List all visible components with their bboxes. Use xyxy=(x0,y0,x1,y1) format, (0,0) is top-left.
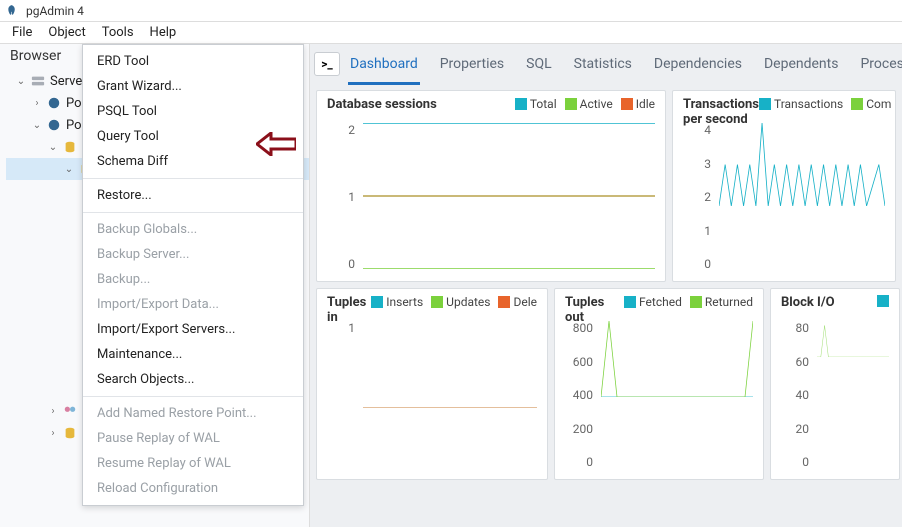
menu-grant-wizard[interactable]: Grant Wizard... xyxy=(83,74,303,99)
swatch-updates xyxy=(431,296,443,308)
swatch-commits xyxy=(851,98,863,110)
caret-right-icon: › xyxy=(48,428,58,439)
tools-dropdown-menu: ERD Tool Grant Wizard... PSQL Tool Query… xyxy=(82,44,304,506)
menu-object[interactable]: Object xyxy=(40,23,93,42)
legend: Total Active Idle xyxy=(515,97,655,111)
chart-plot xyxy=(719,123,885,206)
menu-add-named-restore-point: Add Named Restore Point... xyxy=(83,401,303,426)
prompt-icon: >_ xyxy=(321,57,333,71)
menu-pause-replay-wal: Pause Replay of WAL xyxy=(83,426,303,451)
menu-tools[interactable]: Tools xyxy=(94,23,142,42)
database-icon xyxy=(62,139,78,155)
card-block-io: Block I/O 806040200 xyxy=(770,288,900,480)
main-pane: >_ Dashboard Properties SQL Statistics D… xyxy=(310,44,902,527)
menu-restore[interactable]: Restore... xyxy=(83,183,303,208)
tab-sql[interactable]: SQL xyxy=(524,50,553,85)
legend: Inserts Updates Dele xyxy=(371,295,537,309)
title-bar: pgAdmin 4 xyxy=(0,0,902,22)
main-tabs: Dashboard Properties SQL Statistics Depe… xyxy=(348,50,902,85)
annotation-arrow-icon xyxy=(256,132,296,160)
caret-down-icon: ⌄ xyxy=(64,164,74,175)
swatch-blockio xyxy=(877,295,889,307)
card-title: Database sessions xyxy=(327,97,437,112)
legend xyxy=(877,295,889,307)
menu-file[interactable]: File xyxy=(4,23,40,42)
server-group-icon xyxy=(30,73,46,89)
pgadmin-logo-icon xyxy=(6,4,20,18)
menu-maintenance[interactable]: Maintenance... xyxy=(83,342,303,367)
browser-pane: Browser ⌄ Servers › Po ⌄ xyxy=(0,44,310,527)
y-axis-ticks: 806040200 xyxy=(781,321,815,469)
swatch-returned xyxy=(690,296,702,308)
y-axis-ticks: 1 xyxy=(327,321,361,469)
app-title: pgAdmin 4 xyxy=(26,4,84,18)
chart-plot xyxy=(601,321,753,397)
y-axis-ticks: 8006004002000 xyxy=(565,321,599,469)
swatch-inserts xyxy=(371,296,383,308)
tree-node-label: Po xyxy=(66,96,82,111)
caret-down-icon: ⌄ xyxy=(16,76,26,87)
swatch-active xyxy=(565,98,577,110)
swatch-deletes xyxy=(498,296,510,308)
tab-properties[interactable]: Properties xyxy=(438,50,506,85)
card-title: Block I/O xyxy=(781,295,835,310)
menu-reload-configuration: Reload Configuration xyxy=(83,476,303,501)
card-tuples-out: Tuples out Fetched Returned 800600400200… xyxy=(554,288,764,480)
swatch-fetched xyxy=(624,296,636,308)
caret-right-icon: › xyxy=(48,406,58,417)
menu-search-objects[interactable]: Search Objects... xyxy=(83,367,303,392)
tab-statistics[interactable]: Statistics xyxy=(572,50,634,85)
roles-icon xyxy=(62,403,78,419)
menu-backup-globals: Backup Globals... xyxy=(83,217,303,242)
menu-bar: File Object Tools Help xyxy=(0,22,902,44)
legend: Transactions Com xyxy=(759,97,891,111)
chart-plot xyxy=(817,321,889,357)
tab-dependencies[interactable]: Dependencies xyxy=(652,50,744,85)
caret-right-icon: › xyxy=(32,98,42,109)
chart-plot xyxy=(363,123,655,269)
legend: Fetched Returned xyxy=(624,295,753,309)
swatch-total xyxy=(515,98,527,110)
elephant-icon xyxy=(46,117,62,133)
tab-dependents[interactable]: Dependents xyxy=(762,50,840,85)
menu-import-export-servers[interactable]: Import/Export Servers... xyxy=(83,317,303,342)
swatch-transactions xyxy=(759,98,771,110)
card-transactions-per-second: Transactions per second Transactions Com… xyxy=(672,90,896,282)
tab-processes[interactable]: Processes xyxy=(858,50,902,85)
y-axis-ticks: 210 xyxy=(327,123,361,271)
chart-plot xyxy=(363,321,537,408)
tablespace-icon xyxy=(62,425,78,441)
menu-import-export-data: Import/Export Data... xyxy=(83,292,303,317)
card-database-sessions: Database sessions Total Active Idle 210 xyxy=(316,90,666,282)
y-axis-ticks: 43210 xyxy=(683,123,717,271)
caret-down-icon: ⌄ xyxy=(48,142,58,153)
caret-down-icon: ⌄ xyxy=(32,120,42,131)
card-tuples-in: Tuples in Inserts Updates Dele 1 xyxy=(316,288,548,480)
menu-help[interactable]: Help xyxy=(142,23,185,42)
tree-node-label: Po xyxy=(66,118,82,133)
quick-console-button[interactable]: >_ xyxy=(314,52,340,76)
menu-backup-server: Backup Server... xyxy=(83,242,303,267)
swatch-idle xyxy=(621,98,633,110)
menu-backup: Backup... xyxy=(83,267,303,292)
menu-erd-tool[interactable]: ERD Tool xyxy=(83,49,303,74)
menu-resume-replay-wal: Resume Replay of WAL xyxy=(83,451,303,476)
menu-psql-tool[interactable]: PSQL Tool xyxy=(83,99,303,124)
elephant-icon xyxy=(46,95,62,111)
tab-dashboard[interactable]: Dashboard xyxy=(348,50,420,85)
